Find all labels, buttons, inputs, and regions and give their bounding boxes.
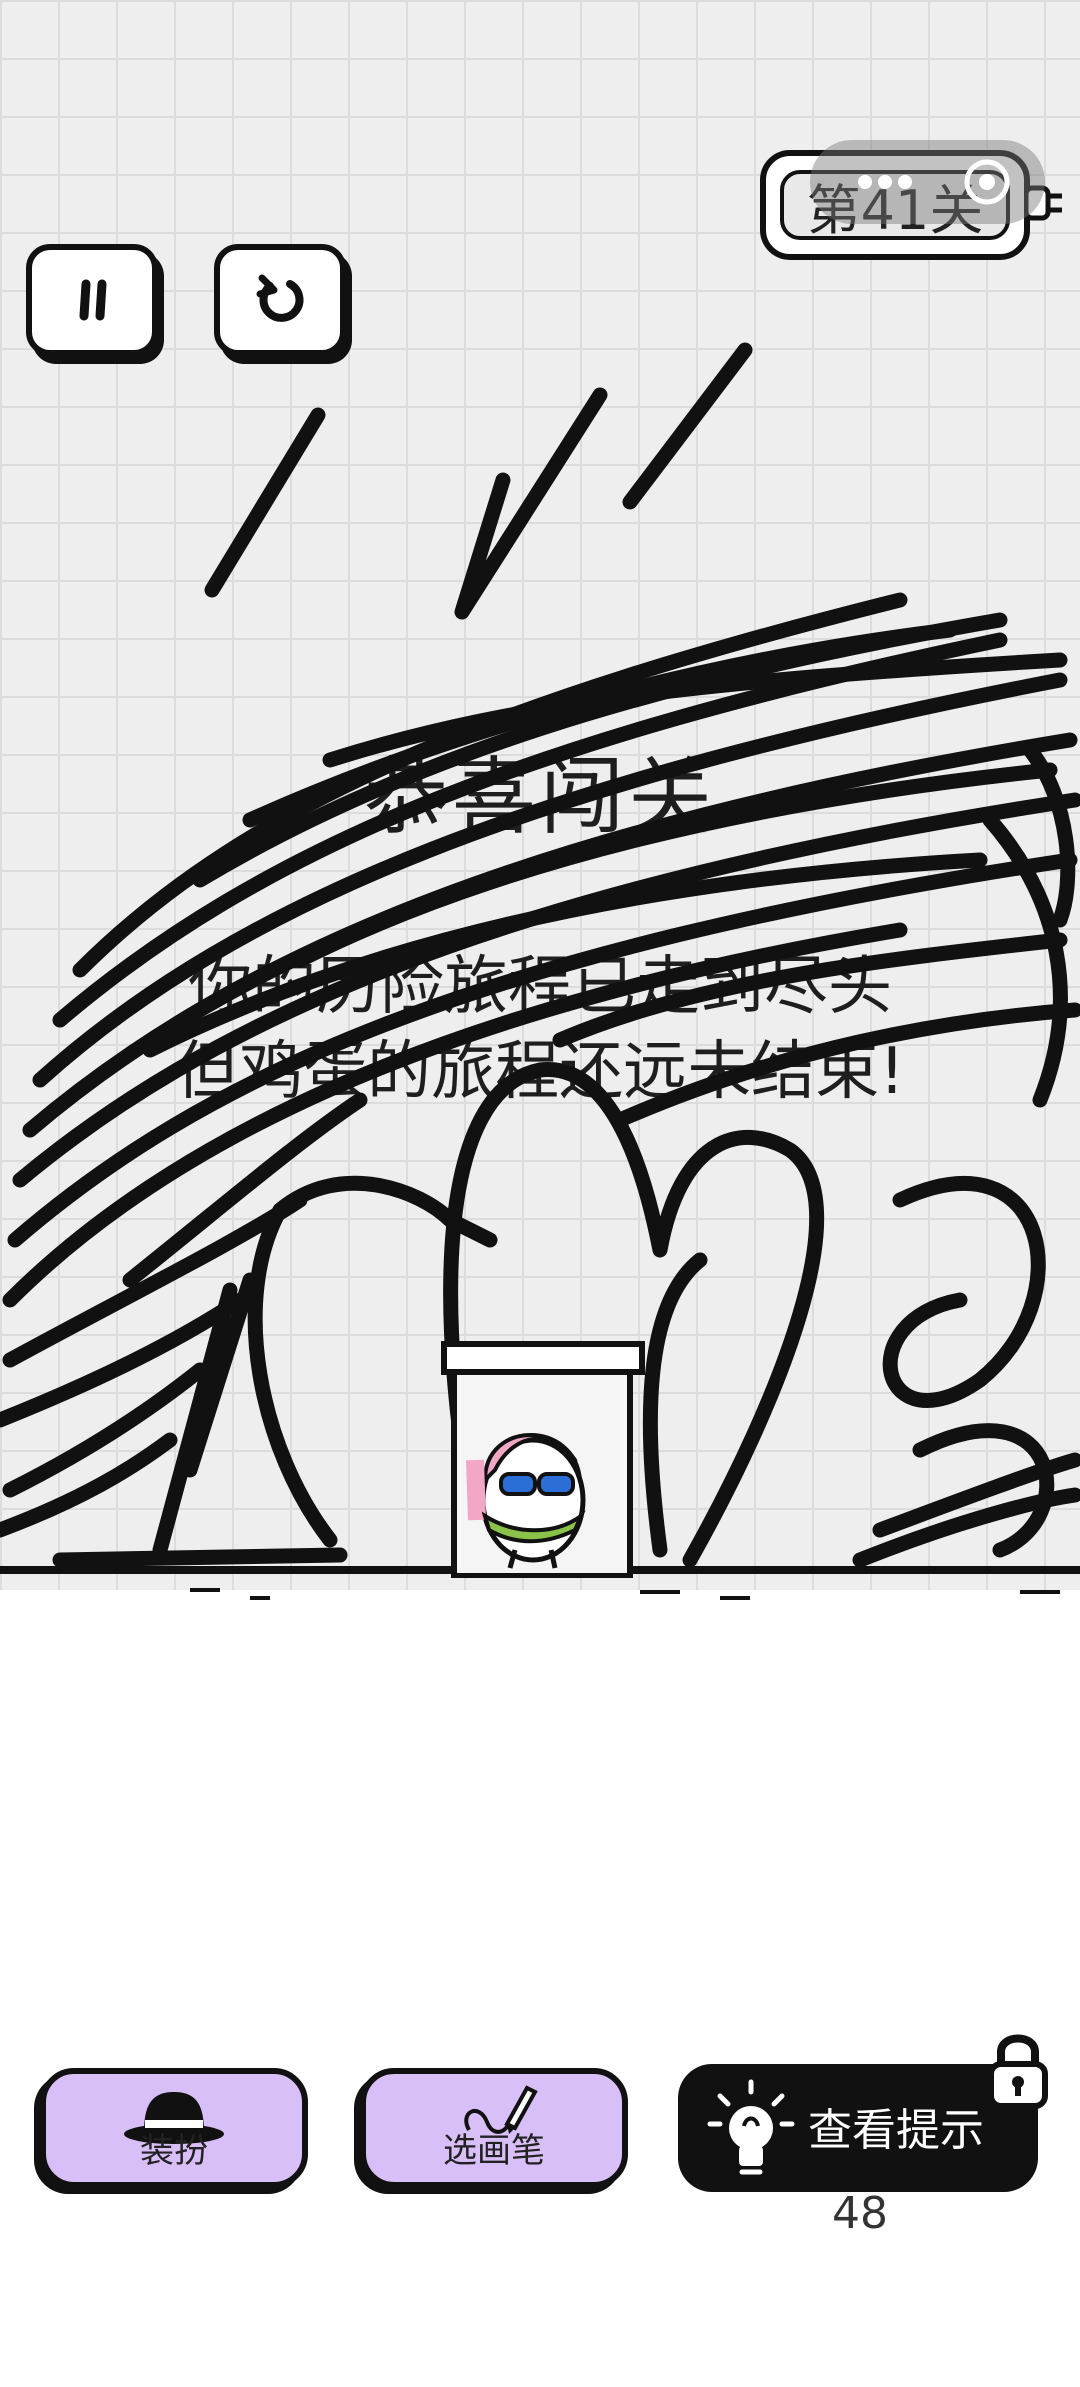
restart-icon [256, 274, 304, 322]
egg-character [466, 1433, 586, 1569]
dressup-label: 装扮 [140, 2131, 208, 2171]
pause-button[interactable] [26, 244, 158, 356]
restart-button[interactable] [214, 244, 346, 356]
lightbulb-icon [707, 2079, 795, 2175]
lock-icon [988, 2034, 1048, 2109]
game-screen: 恭喜闯关 你的历险旅程已走到尽头 但鸡蛋的旅程还远未结束! 第41关 装扮 选画… [0, 0, 1080, 2387]
view-hint-label: 查看提示 [808, 2105, 984, 2156]
pause-icon [79, 279, 107, 321]
close-mini-program-icon[interactable] [960, 155, 1014, 209]
more-options-icon[interactable] [845, 162, 925, 202]
choose-pen-label: 选画笔 [443, 2131, 545, 2171]
choose-pen-button[interactable]: 选画笔 [360, 2068, 628, 2188]
view-hint-button[interactable]: 查看提示 [678, 2064, 1038, 2192]
dressup-button[interactable]: 装扮 [40, 2068, 308, 2188]
hint-count: 48 [832, 2188, 888, 2239]
